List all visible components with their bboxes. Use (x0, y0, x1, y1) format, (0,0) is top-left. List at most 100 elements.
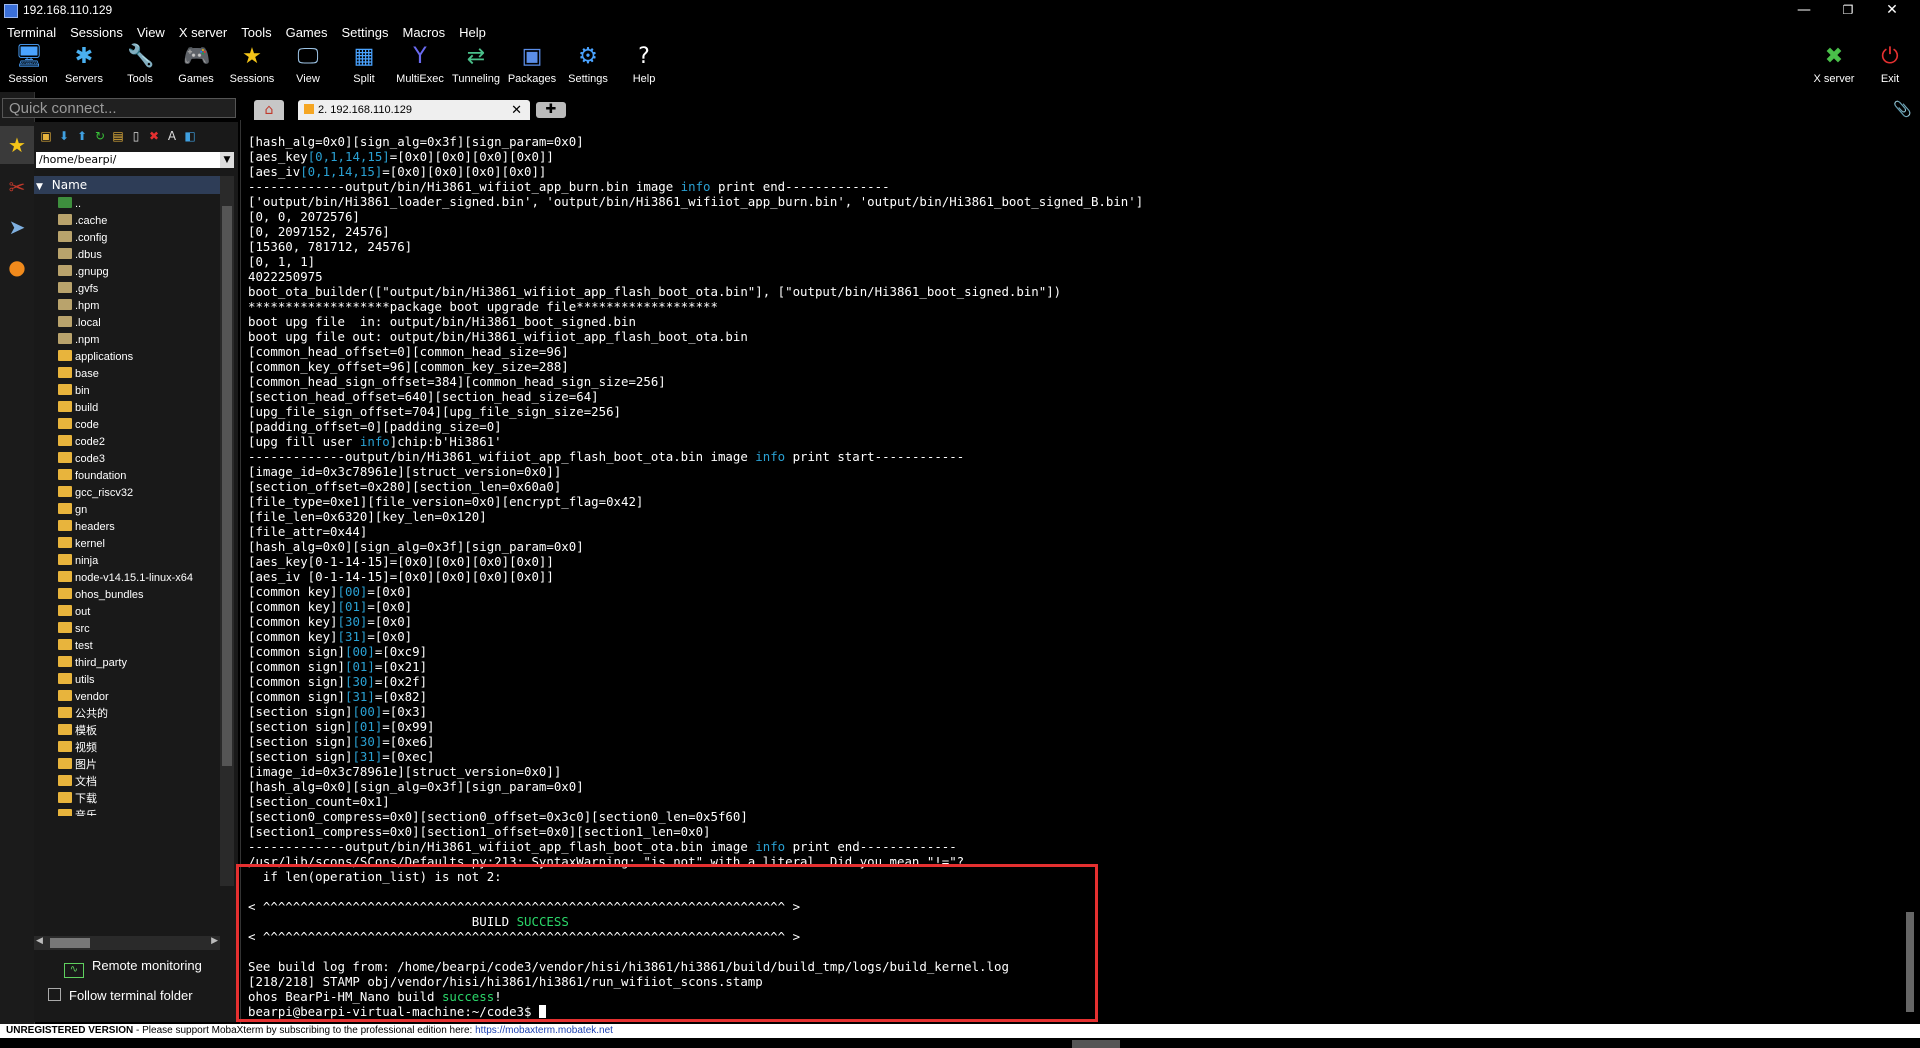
file-list-item[interactable]: code (58, 417, 99, 434)
menu-help[interactable]: Help (452, 23, 493, 43)
file-list-item[interactable]: ohos_bundles (58, 587, 144, 604)
restore-button[interactable]: ❐ (1826, 0, 1870, 22)
file-list-item[interactable]: code2 (58, 434, 105, 451)
toolbar-button-split[interactable]: ▦ Split (336, 44, 392, 92)
toolbar-button-x-server[interactable]: ✖ X server (1806, 44, 1862, 92)
file-list-item[interactable]: vendor (58, 689, 109, 706)
file-list-item[interactable]: 公共的 (58, 706, 108, 723)
toolbar-button-help[interactable]: ? Help (616, 44, 672, 92)
menu-terminal[interactable]: Terminal (0, 23, 63, 43)
file-list-item[interactable]: src (58, 621, 90, 638)
remote-monitoring-button[interactable]: ∿ Remote monitoring (64, 958, 202, 978)
file-list-item[interactable]: headers (58, 519, 115, 536)
toolbar-button-tunneling[interactable]: ⇄ Tunneling (448, 44, 504, 92)
toolbar-button-exit[interactable]: ⏻ Exit (1862, 44, 1918, 92)
file-list-item[interactable]: 图片 (58, 757, 97, 774)
file-list-item[interactable]: .. (58, 196, 81, 213)
toolbar-button-multiexec[interactable]: Y MultiExec (392, 44, 448, 92)
toolbar-button-packages[interactable]: ▣ Packages (504, 44, 560, 92)
file-list-item[interactable]: 视频 (58, 740, 97, 757)
file-list-scrollbar[interactable] (220, 176, 234, 886)
toolbar-button-servers[interactable]: ✱ Servers (56, 44, 112, 92)
send-rail-icon[interactable]: ➤ (0, 208, 34, 246)
file-list-item[interactable]: foundation (58, 468, 126, 485)
tools-rail-icon[interactable]: ✂ (0, 168, 34, 206)
file-list-item[interactable]: kernel (58, 536, 105, 553)
file-list-item[interactable]: .local (58, 315, 101, 332)
path-field[interactable]: /home/bearpi/ ▼ (36, 152, 234, 168)
parent-folder-icon[interactable]: ▣ (38, 128, 54, 144)
tab-session-2[interactable]: 2. 192.168.110.129 ✕ (298, 100, 530, 120)
terminal-scrollbar[interactable] (1900, 120, 1920, 1028)
close-window-button[interactable]: ✕ (1870, 0, 1914, 22)
name-column-header[interactable]: ▼ Name (34, 176, 220, 194)
toolbar-button-tools[interactable]: 🔧 Tools (112, 44, 168, 92)
sftp-rail-icon[interactable]: ● (0, 248, 34, 286)
toolbar-button-games[interactable]: 🎮 Games (168, 44, 224, 92)
minimize-button[interactable]: — (1782, 0, 1826, 22)
menu-macros[interactable]: Macros (395, 23, 452, 43)
sessions-star-icon[interactable]: ★ (0, 126, 34, 164)
new-file-icon[interactable]: ▯ (128, 128, 144, 144)
file-list-item[interactable]: 模板 (58, 723, 97, 740)
file-list-item[interactable]: node-v14.15.1-linux-x64 (58, 570, 193, 587)
file-list-item[interactable]: test (58, 638, 93, 655)
close-tab-button[interactable]: ✕ (511, 100, 522, 120)
file-list-item[interactable]: third_party (58, 655, 127, 672)
menu-tools[interactable]: Tools (234, 23, 278, 43)
delete-icon[interactable]: ✖ (146, 128, 162, 144)
file-list-item[interactable]: .gnupg (58, 264, 109, 281)
text-mode-icon[interactable]: A (164, 128, 180, 144)
scrollbar-thumb[interactable] (222, 206, 232, 766)
file-list-hscrollbar[interactable]: ◀ ▶ (34, 936, 220, 950)
file-list-item[interactable]: .dbus (58, 247, 102, 264)
file-list-item[interactable]: gn (58, 502, 87, 519)
refresh-icon[interactable]: ↻ (92, 128, 108, 144)
hscrollbar-thumb[interactable] (50, 938, 90, 948)
permissions-icon[interactable]: ◧ (182, 128, 198, 144)
file-list-item[interactable]: .config (58, 230, 107, 247)
menu-games[interactable]: Games (279, 23, 335, 43)
file-list-item[interactable]: .npm (58, 332, 99, 349)
quick-connect-input[interactable]: Quick connect... (2, 98, 236, 118)
terminal-scrollbar-thumb[interactable] (1906, 912, 1914, 1012)
home-tab-icon[interactable]: ⌂ (254, 100, 284, 120)
menu-x-server[interactable]: X server (172, 23, 234, 43)
toolbar-button-settings[interactable]: ⚙ Settings (560, 44, 616, 92)
new-folder-icon[interactable]: ▤ (110, 128, 126, 144)
scroll-right-icon[interactable]: ▶ (211, 936, 218, 946)
toolbar-button-view[interactable]: 🖵 View (280, 44, 336, 92)
terminal-line: [common key][31]=[0x0] (248, 629, 412, 644)
file-list-item[interactable]: base (58, 366, 99, 383)
follow-terminal-checkbox[interactable]: Follow terminal folder (48, 988, 193, 1003)
bottom-scroll-thumb[interactable] (1072, 1040, 1120, 1048)
file-list-item[interactable]: 文档 (58, 774, 97, 791)
attach-icon[interactable]: 📎 (1893, 100, 1912, 118)
file-list-item[interactable]: gcc_riscv32 (58, 485, 133, 502)
new-tab-button[interactable]: ✚ (536, 102, 566, 118)
toolbar-button-session[interactable]: 🖥 Session (0, 44, 56, 92)
menu-view[interactable]: View (130, 23, 172, 43)
file-list-item[interactable]: 音乐 (58, 808, 97, 816)
file-name: ninja (75, 555, 99, 567)
file-list-item[interactable]: bin (58, 383, 90, 400)
upload-icon[interactable]: ⬆ (74, 128, 90, 144)
path-dropdown-icon[interactable]: ▼ (220, 152, 234, 168)
file-list-item[interactable]: .gvfs (58, 281, 98, 298)
file-list-item[interactable]: .cache (58, 213, 107, 230)
file-list-item[interactable]: ninja (58, 553, 98, 570)
toolbar-button-sessions[interactable]: ★ Sessions (224, 44, 280, 92)
menu-sessions[interactable]: Sessions (63, 23, 130, 43)
file-list-item[interactable]: 下载 (58, 791, 97, 808)
file-list-item[interactable]: applications (58, 349, 133, 366)
scroll-left-icon[interactable]: ◀ (36, 936, 43, 946)
menu-settings[interactable]: Settings (335, 23, 396, 43)
file-list-item[interactable]: out (58, 604, 90, 621)
file-list-item[interactable]: utils (58, 672, 95, 689)
file-list-item[interactable]: code3 (58, 451, 105, 468)
mobaxterm-link[interactable]: https://mobaxterm.mobatek.net (475, 1025, 613, 1036)
file-list-item[interactable]: .hpm (58, 298, 99, 315)
checkbox-box[interactable] (48, 988, 61, 1001)
file-list-item[interactable]: build (58, 400, 98, 417)
download-icon[interactable]: ⬇ (56, 128, 72, 144)
